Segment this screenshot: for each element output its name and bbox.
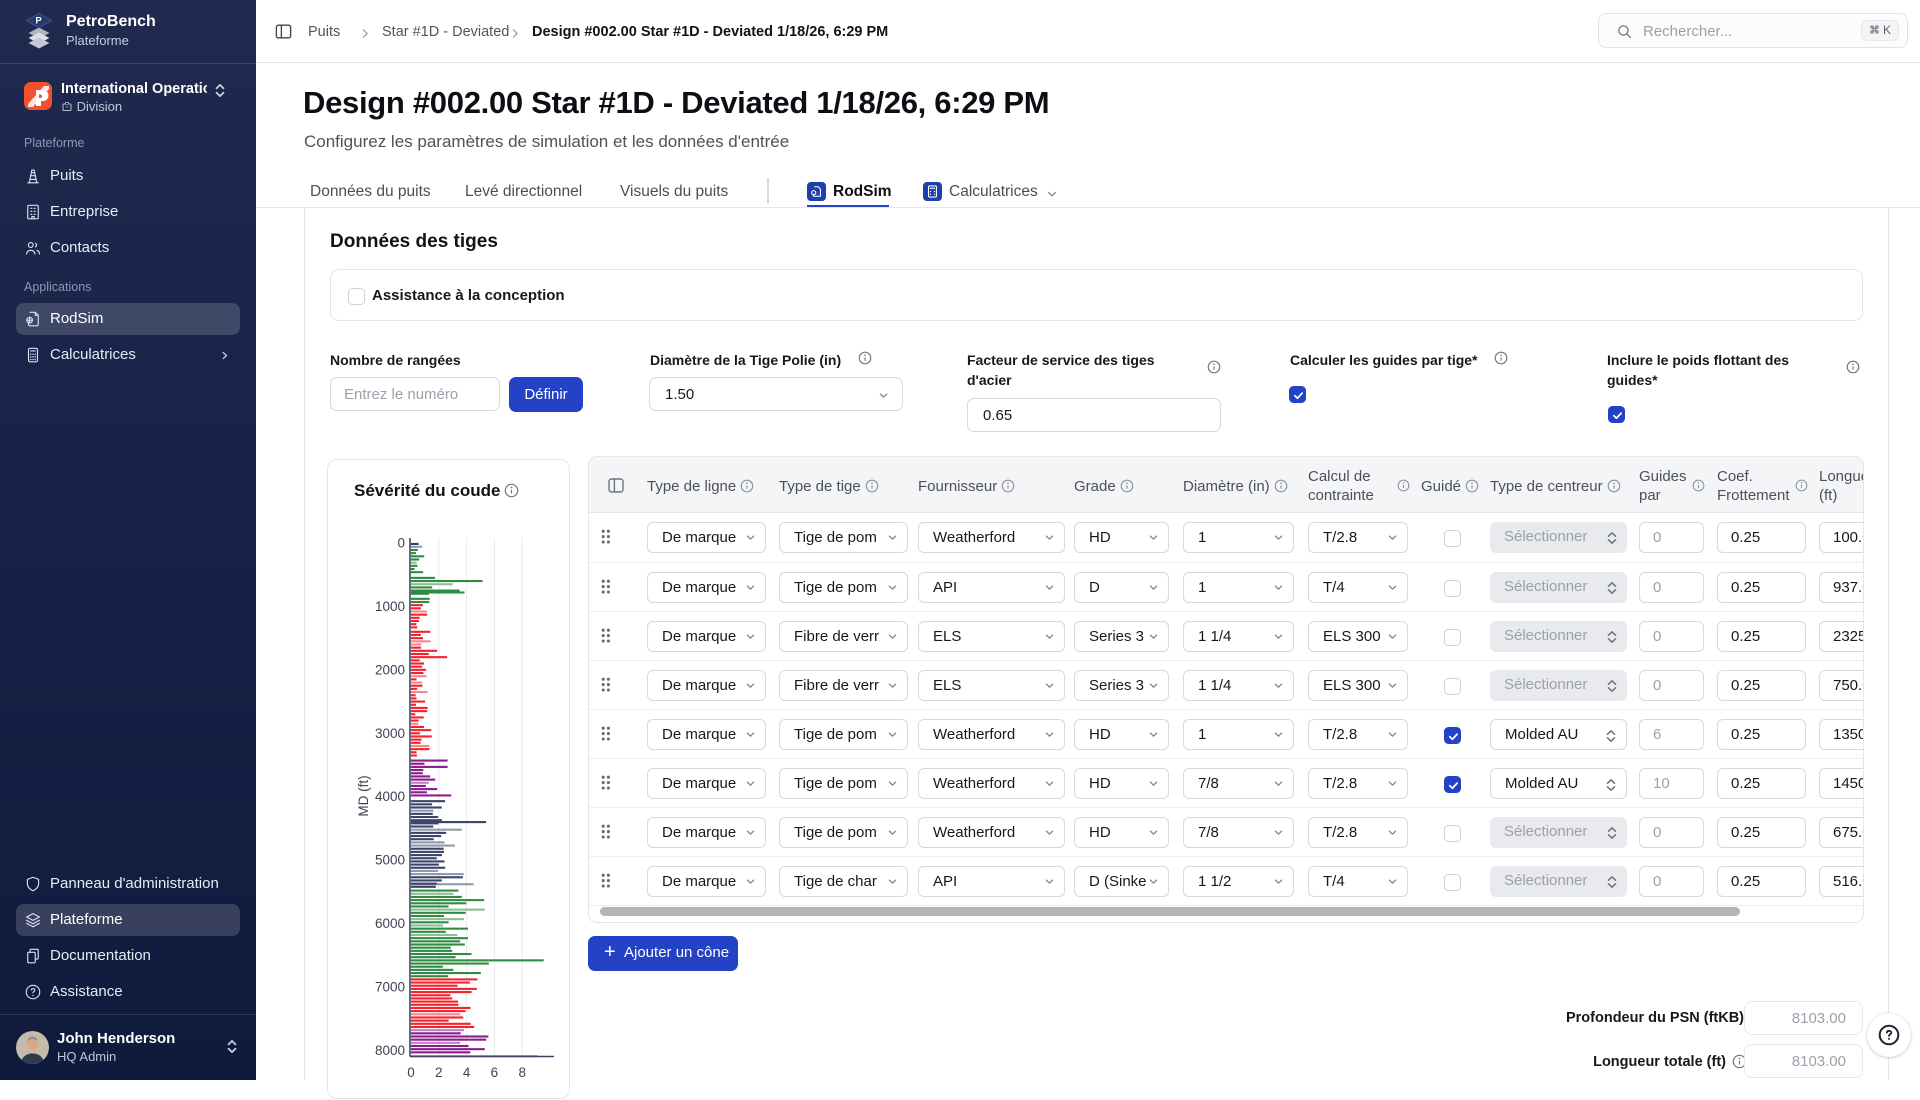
svg-text:0: 0: [407, 1065, 415, 1080]
svg-text:6: 6: [491, 1065, 499, 1080]
svg-text:8000: 8000: [375, 1043, 405, 1058]
svg-text:4000: 4000: [375, 789, 405, 804]
svg-text:7000: 7000: [375, 980, 405, 995]
svg-text:5000: 5000: [375, 853, 405, 868]
svg-text:1000: 1000: [375, 599, 405, 614]
svg-text:2000: 2000: [375, 662, 405, 677]
svg-text:0: 0: [397, 536, 405, 551]
svg-text:2: 2: [435, 1065, 443, 1080]
svg-text:3000: 3000: [375, 726, 405, 741]
svg-text:P: P: [35, 16, 42, 27]
svg-text:4: 4: [463, 1065, 471, 1080]
svg-text:8: 8: [518, 1065, 526, 1080]
svg-text:6000: 6000: [375, 916, 405, 931]
svg-text:MD (ft): MD (ft): [356, 775, 371, 816]
